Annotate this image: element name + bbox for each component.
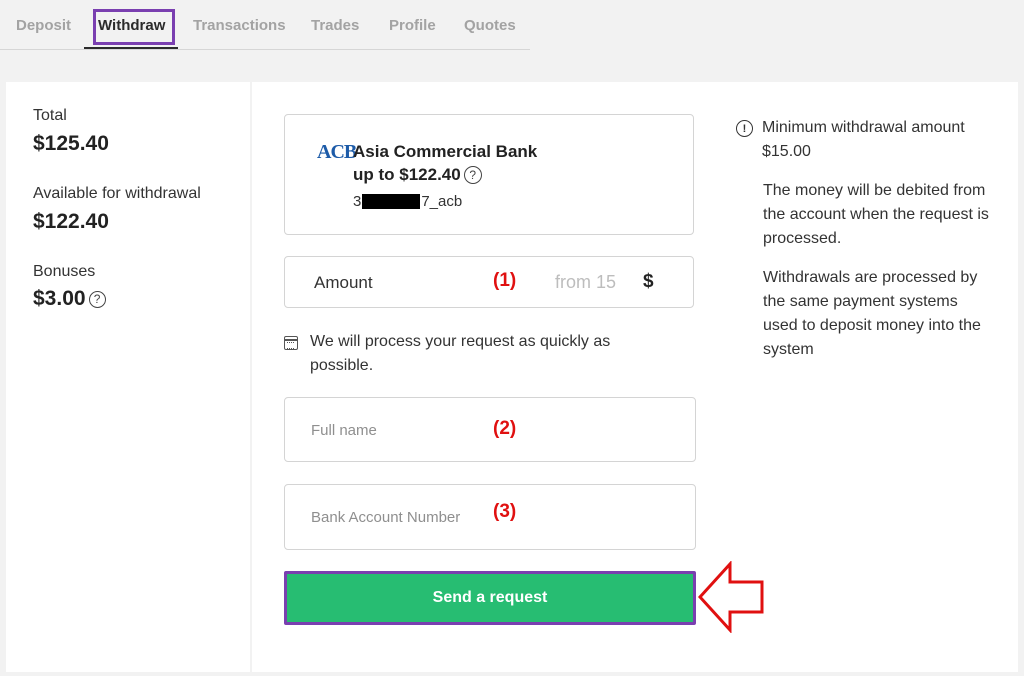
bank-logo: ACB bbox=[317, 141, 357, 163]
min-withdrawal-text: Minimum withdrawal amount $15.00 bbox=[762, 119, 965, 160]
account-suffix: 7_acb bbox=[421, 193, 463, 210]
arrow-annotation-icon bbox=[698, 561, 764, 633]
bonuses-value-row: $3.00 ? bbox=[33, 287, 106, 311]
help-icon[interactable]: ? bbox=[463, 166, 482, 184]
total-value: $125.40 bbox=[33, 132, 109, 155]
account-tabs: Deposit Withdraw Transactions Trades Pro… bbox=[0, 0, 530, 50]
available-value: $122.40 bbox=[33, 210, 109, 233]
payment-method-card[interactable]: ACB Asia Commercial Bank up to $122.40 ?… bbox=[284, 114, 694, 235]
bank-account-input[interactable] bbox=[311, 505, 671, 529]
withdrawal-info: ! Minimum withdrawal amount $15.00 The m… bbox=[736, 116, 996, 362]
withdraw-form-panel: ACB Asia Commercial Bank up to $122.40 ?… bbox=[252, 82, 1018, 672]
annotation-marker-3: (3) bbox=[493, 501, 517, 522]
tab-profile[interactable]: Profile bbox=[389, 17, 436, 34]
calendar-icon bbox=[284, 336, 298, 350]
process-systems-note: Withdrawals are processed by the same pa… bbox=[763, 266, 996, 362]
active-tab-underline bbox=[84, 47, 178, 49]
bank-account-field[interactable] bbox=[284, 484, 696, 550]
process-note-text: We will process your request as quickly … bbox=[310, 333, 611, 374]
help-icon[interactable]: ? bbox=[88, 290, 106, 308]
bank-account-id: 3 7_acb bbox=[353, 193, 462, 210]
full-name-input[interactable] bbox=[311, 418, 671, 442]
send-request-button[interactable]: Send a request bbox=[284, 571, 696, 625]
currency-symbol: $ bbox=[643, 271, 654, 292]
bonuses-value: $3.00 bbox=[33, 287, 86, 310]
bonuses-label: Bonuses bbox=[33, 263, 96, 280]
annotation-marker-2: (2) bbox=[493, 418, 517, 439]
amount-input[interactable] bbox=[555, 270, 635, 294]
tab-quotes[interactable]: Quotes bbox=[464, 17, 516, 34]
tab-trades[interactable]: Trades bbox=[311, 17, 359, 34]
bank-name: Asia Commercial Bank bbox=[353, 142, 538, 161]
available-label: Available for withdrawal bbox=[33, 185, 201, 202]
total-label: Total bbox=[33, 107, 67, 124]
min-withdrawal-row: ! Minimum withdrawal amount $15.00 bbox=[736, 116, 996, 164]
annotation-marker-1: (1) bbox=[493, 270, 517, 291]
tab-deposit[interactable]: Deposit bbox=[16, 17, 71, 34]
amount-field[interactable]: Amount $ bbox=[284, 256, 694, 308]
tab-highlight-box bbox=[93, 9, 175, 45]
full-name-field[interactable] bbox=[284, 397, 696, 462]
bank-limit: up to $122.40 bbox=[353, 165, 461, 184]
tab-transactions[interactable]: Transactions bbox=[193, 17, 286, 34]
account-prefix: 3 bbox=[353, 193, 362, 210]
process-note: We will process your request as quickly … bbox=[284, 330, 674, 378]
redaction-block bbox=[362, 194, 421, 209]
process-systems-line-1: Withdrawals are processed by the same pa… bbox=[763, 269, 978, 310]
process-systems-line-2: used to deposit money into the system bbox=[763, 317, 981, 358]
amount-label: Amount bbox=[314, 273, 373, 292]
warning-icon: ! bbox=[736, 120, 753, 137]
balance-panel: Total $125.40 Available for withdrawal $… bbox=[6, 82, 250, 672]
debit-note: The money will be debited from the accou… bbox=[763, 182, 989, 247]
bank-limit-row: up to $122.40 ? bbox=[353, 165, 482, 185]
